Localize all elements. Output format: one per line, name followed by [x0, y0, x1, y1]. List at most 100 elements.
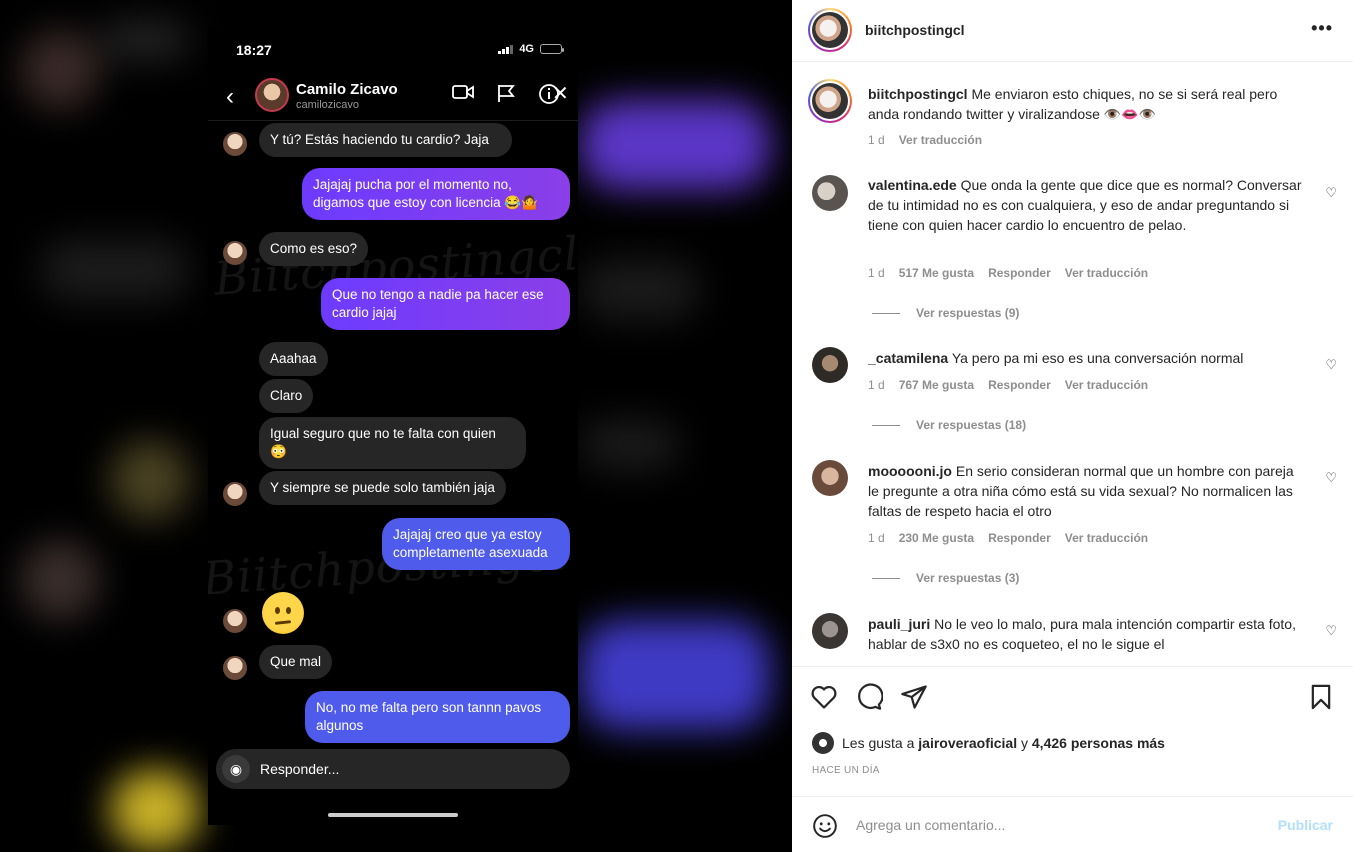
contact-mini-avatar [223, 241, 247, 265]
status-indicators: 4G [498, 43, 564, 55]
post-time-ago[interactable]: HACE UN DÍA [812, 765, 880, 776]
commenter-avatar[interactable] [812, 613, 848, 649]
message-incoming: Aaahaa [259, 342, 328, 376]
publish-button[interactable]: Publicar [1278, 817, 1333, 833]
comment-username[interactable]: moooooni.jo [868, 463, 952, 479]
camera-icon: ◉ [222, 755, 250, 783]
message-outgoing: Jajajaj pucha por el momento no, digamos… [302, 168, 570, 220]
comment-bubble-icon[interactable] [855, 683, 884, 711]
comment-text: moooooni.jo En serio consideran normal q… [868, 461, 1308, 521]
comment-translate-link[interactable]: Ver traducción [1065, 378, 1148, 392]
view-replies-button[interactable]: Ver respuestas (3) [872, 571, 1019, 585]
comment-input[interactable]: Agrega un comentario... [856, 817, 1005, 833]
dm-screenshot: 18:27 4G ‹ Camilo Zicavo camilozicavo ✕ … [208, 27, 578, 825]
comment-likes[interactable]: 517 Me gusta [899, 266, 974, 280]
comment-reply-button[interactable]: Responder [988, 378, 1051, 392]
comment-meta: 1 d 230 Me gusta Responder Ver traducció… [868, 531, 1148, 545]
likes-prefix: Les gusta a [842, 735, 915, 751]
liker-username[interactable]: jairoveraoficial [918, 735, 1017, 751]
commenter-avatar[interactable] [812, 460, 848, 496]
caption-meta: 1 d Ver traducción [868, 133, 982, 147]
caption-text: biitchpostingcl Me enviaron esto chiques… [868, 84, 1308, 124]
comment-meta: 1 d 767 Me gusta Responder Ver traducció… [868, 378, 1148, 392]
contact-mini-avatar [223, 482, 247, 506]
message-incoming: Claro [259, 379, 314, 413]
instagram-post-view: 18:27 4G ‹ Camilo Zicavo camilozicavo ✕ … [0, 0, 1353, 852]
caption-translate-link[interactable]: Ver traducción [899, 133, 982, 147]
signal-icon [498, 44, 514, 54]
message-incoming: Y siempre se puede solo también jaja [259, 471, 506, 505]
comment-username[interactable]: valentina.ede [868, 177, 957, 193]
comment-reply-button[interactable]: Responder [988, 531, 1051, 545]
commenter-avatar[interactable] [812, 347, 848, 383]
caption-avatar[interactable] [808, 79, 852, 123]
caption-username[interactable]: biitchpostingcl [868, 86, 968, 102]
view-replies-button[interactable]: Ver respuestas (9) [872, 306, 1019, 320]
comment-reply-button[interactable]: Responder [988, 266, 1051, 280]
author-username[interactable]: biitchpostingcl [865, 22, 965, 38]
like-heart-icon[interactable] [810, 683, 838, 711]
message-outgoing: No, no me falta pero son tannn pavos alg… [305, 691, 570, 743]
likes-summary: Les gusta a jairoveraoficial y 4,426 per… [812, 732, 1165, 754]
comment-body: Ya pero pa mi eso es una conversación no… [951, 350, 1244, 366]
comment-text: pauli_juri No le veo lo malo, pura mala … [868, 614, 1308, 654]
home-indicator [328, 813, 458, 817]
comment-time[interactable]: 1 d [868, 378, 885, 392]
comment-text: valentina.ede Que onda la gente que dice… [868, 175, 1308, 235]
add-comment-bar: Agrega un comentario... Publicar [792, 798, 1353, 852]
comment-time[interactable]: 1 d [868, 531, 885, 545]
comment-likes[interactable]: 767 Me gusta [899, 378, 974, 392]
comment-username[interactable]: pauli_juri [868, 616, 930, 632]
flag-icon [496, 83, 516, 108]
dm-header: ‹ Camilo Zicavo camilozicavo ✕ [208, 75, 578, 121]
phone-status-bar: 18:27 4G [208, 27, 578, 71]
share-paper-plane-icon[interactable] [900, 683, 928, 711]
likes-count-link[interactable]: 4,426 personas más [1032, 735, 1165, 751]
comment-time[interactable]: 1 d [868, 266, 885, 280]
comment-username[interactable]: _catamilena [868, 350, 948, 366]
back-arrow-icon: ‹ [226, 83, 234, 110]
emoji-smiley-icon[interactable] [812, 813, 838, 839]
more-options-icon[interactable]: ••• [1311, 18, 1333, 39]
commenter-avatar[interactable] [812, 175, 848, 211]
message-outgoing: Que no tengo a nadie pa hacer ese cardio… [321, 278, 570, 330]
composer-placeholder: Responder... [260, 761, 340, 777]
post-sidebar: biitchpostingcl ••• biitchpostingcl Me e… [792, 0, 1353, 852]
close-icon: ✕ [552, 83, 569, 105]
contact-mini-avatar [223, 132, 247, 156]
view-replies-button[interactable]: Ver respuestas (18) [872, 418, 1026, 432]
message-incoming: Que mal [259, 645, 333, 679]
comment-text: _catamilena Ya pero pa mi eso es una con… [868, 348, 1308, 368]
post-actions: Les gusta a jairoveraoficial y 4,426 per… [792, 666, 1353, 797]
view-replies-label: Ver respuestas (9) [916, 306, 1020, 320]
contact-avatar [255, 78, 289, 112]
comments-list[interactable]: biitchpostingcl Me enviaron esto chiques… [792, 63, 1353, 665]
comment-body: No le veo lo malo, pura mala intención c… [868, 616, 1296, 652]
post-header: biitchpostingcl ••• [792, 0, 1353, 62]
bookmark-icon[interactable] [1307, 683, 1335, 711]
status-time: 18:27 [236, 42, 272, 58]
view-replies-label: Ver respuestas (18) [916, 418, 1027, 432]
battery-icon [540, 44, 564, 54]
like-comment-heart-icon[interactable]: ♡ [1325, 357, 1337, 373]
contact-mini-avatar [223, 656, 247, 680]
like-comment-heart-icon[interactable]: ♡ [1325, 623, 1337, 639]
like-comment-heart-icon[interactable]: ♡ [1325, 185, 1337, 201]
liker-avatar[interactable] [812, 732, 834, 754]
network-label: 4G [519, 43, 534, 55]
like-comment-heart-icon[interactable]: ♡ [1325, 470, 1337, 486]
caption-time[interactable]: 1 d [868, 133, 885, 147]
comment-translate-link[interactable]: Ver traducción [1065, 531, 1148, 545]
post-media[interactable]: 18:27 4G ‹ Camilo Zicavo camilozicavo ✕ … [0, 0, 792, 852]
comment-likes[interactable]: 230 Me gusta [899, 531, 974, 545]
contact-handle: camilozicavo [296, 99, 359, 111]
video-call-icon [452, 83, 474, 106]
message-incoming: Como es eso? [259, 232, 369, 266]
comment-meta: 1 d 517 Me gusta Responder Ver traducció… [868, 266, 1148, 280]
confused-face-emoji [262, 592, 304, 634]
author-avatar[interactable] [808, 8, 852, 52]
likes-connector: y [1021, 735, 1028, 751]
view-replies-label: Ver respuestas (3) [916, 571, 1020, 585]
comment-translate-link[interactable]: Ver traducción [1065, 266, 1148, 280]
contact-mini-avatar [223, 609, 247, 633]
